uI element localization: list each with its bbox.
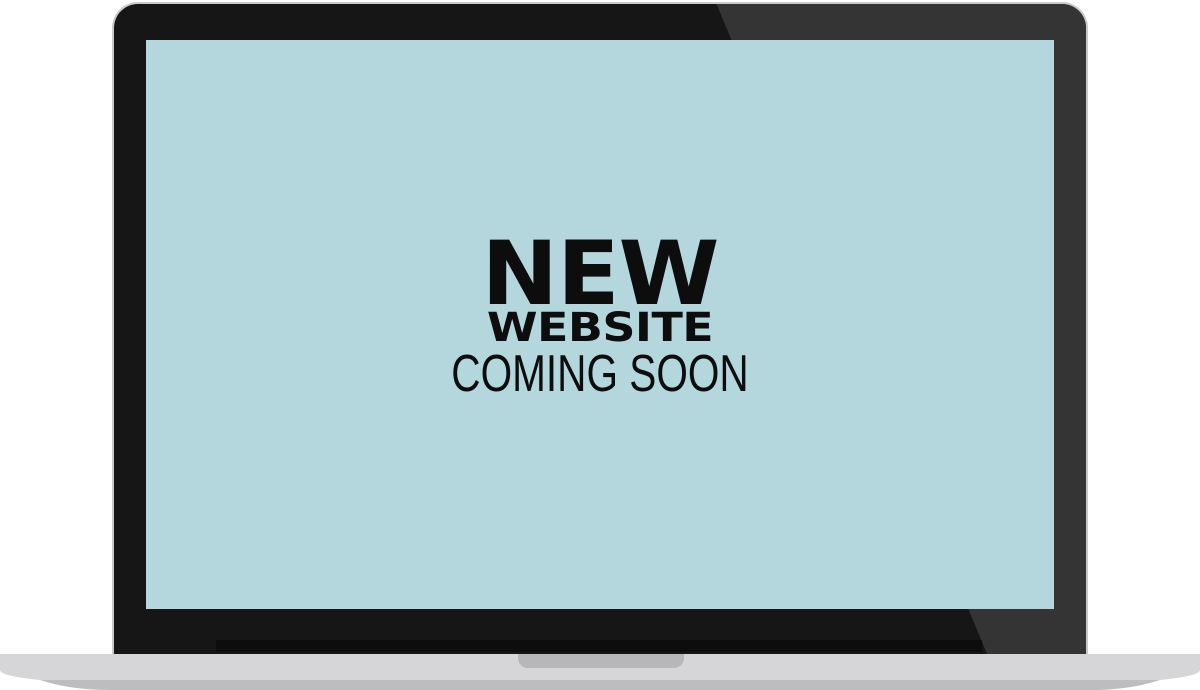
headline-website: WEBSITE <box>486 305 714 351</box>
headline-coming-soon: COMING SOON <box>451 345 749 403</box>
hinge <box>216 640 982 652</box>
laptop-mockup: NEW WEBSITE COMING SOON <box>0 0 1200 690</box>
base-notch <box>518 654 684 668</box>
laptop-screen: NEW WEBSITE COMING SOON <box>146 40 1054 609</box>
